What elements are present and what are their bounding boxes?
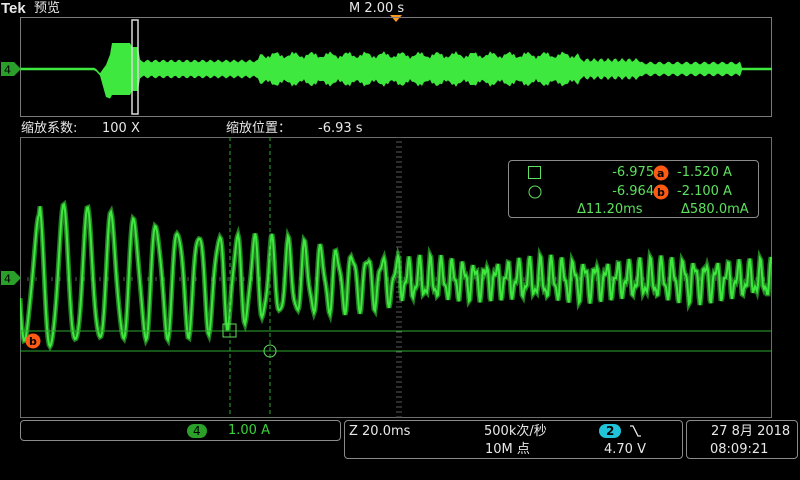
zoom-factor-label: 缩放系数:	[21, 121, 78, 136]
cursor-delta-value: Δ580.0mA	[681, 202, 749, 217]
cursor-delta-time: Δ11.20ms	[577, 202, 643, 217]
cursor-b-circle-icon	[528, 185, 542, 199]
cursor-a-square-icon	[528, 166, 541, 179]
record-length: 10M 点	[485, 442, 530, 457]
main-channel-4-marker[interactable]: 4	[0, 270, 22, 286]
cursor-b-badge: b	[653, 184, 669, 200]
cursor-a-value: -1.520 A	[677, 165, 732, 180]
zoom-position-label: 缩放位置：	[226, 121, 292, 136]
falling-edge-icon	[630, 425, 641, 437]
zoom-factor-value[interactable]: 100 X	[102, 121, 140, 136]
overview-channel-4-marker[interactable]: 4	[0, 61, 22, 77]
zoom-timebase: Z 20.0ms	[349, 424, 411, 439]
svg-text:a: a	[657, 167, 664, 180]
svg-text:4: 4	[4, 273, 11, 286]
cursor-b-level-marker[interactable]: b	[25, 333, 41, 349]
date-time-status[interactable]: 27 8月 2018 08:09:21	[686, 420, 798, 459]
zoom-position-value[interactable]: -6.93 s	[318, 121, 363, 136]
trigger-source-badge: 2	[599, 424, 622, 438]
overview-waveform	[20, 19, 772, 115]
main-timebase[interactable]: M 2.00 s	[349, 1, 404, 16]
channel-4-status[interactable]: 4 1.00 A	[20, 420, 341, 441]
channel-4-scale: 1.00 A	[228, 423, 270, 438]
brand-logo: Tek	[1, 0, 26, 17]
svg-text:b: b	[29, 335, 37, 348]
svg-text:4: 4	[4, 64, 11, 77]
cursor-readout-panel[interactable]: -6.975 s a -1.520 A -6.964 s b -2.100 A …	[508, 160, 759, 218]
sample-rate: 500k次/秒	[484, 424, 547, 439]
channel-4-badge: 4	[187, 424, 207, 438]
acquisition-mode: 预览	[34, 1, 61, 16]
date: 27 8月 2018	[711, 424, 791, 439]
time: 08:09:21	[710, 442, 769, 457]
cursor-b-value: -2.100 A	[677, 184, 732, 199]
cursor-a-badge: a	[653, 165, 669, 181]
svg-text:b: b	[657, 186, 665, 199]
acquisition-status[interactable]: Z 20.0ms 500k次/秒 10M 点 2 4.70 V	[344, 420, 683, 459]
trigger-level: 4.70 V	[604, 442, 646, 457]
